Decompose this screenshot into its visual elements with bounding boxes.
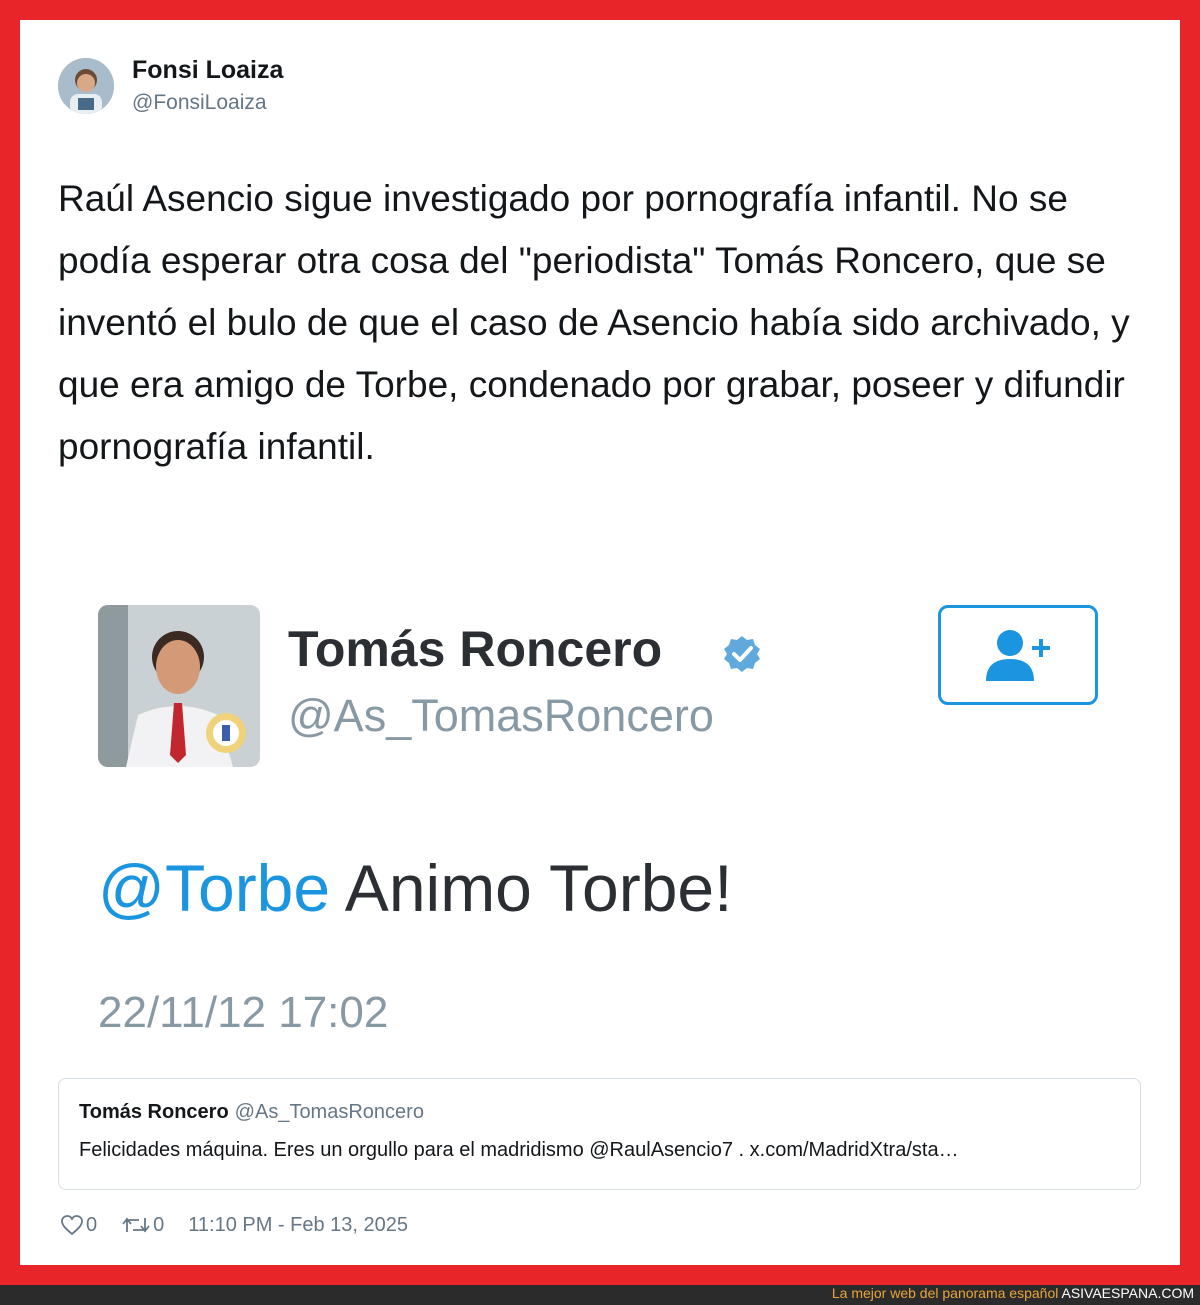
embedded-timestamp: 22/11/12 17:02 bbox=[98, 988, 389, 1037]
retweet-count: 0 bbox=[153, 1213, 165, 1236]
embedded-tweet-text: @Torbe Animo Torbe! bbox=[98, 850, 732, 926]
site-banner: La mejor web del panorama español ASIVAE… bbox=[0, 1285, 1200, 1305]
quoted-author: Tomás Roncero @As_TomasRoncero bbox=[79, 1101, 424, 1124]
tweet-actions: 0 0 11:10 PM - Feb 13, 2025 bbox=[60, 1208, 408, 1242]
quoted-tweet[interactable]: Tomás Roncero @As_TomasRoncero Felicidade… bbox=[58, 1078, 1141, 1190]
site-tagline: La mejor web del panorama español bbox=[831, 1285, 1059, 1301]
like-count: 0 bbox=[86, 1213, 98, 1236]
like-action[interactable]: 0 bbox=[60, 1214, 97, 1237]
quoted-author-handle: @As_TomasRoncero bbox=[234, 1101, 424, 1123]
retweet-action[interactable]: 0 bbox=[121, 1214, 164, 1237]
embedded-message: Animo Torbe! bbox=[330, 851, 733, 925]
red-frame: Fonsi Loaiza @FonsiLoaiza Raúl Asencio s… bbox=[0, 0, 1200, 1285]
embedded-name: Tomás Roncero bbox=[288, 621, 663, 677]
embedded-mention: @Torbe bbox=[98, 851, 331, 925]
verified-badge-icon bbox=[722, 634, 762, 674]
quoted-text: Felicidades máquina. Eres un orgullo par… bbox=[79, 1139, 959, 1161]
author-avatar[interactable] bbox=[58, 58, 114, 114]
add-user-icon bbox=[986, 630, 1050, 681]
author-name[interactable]: Fonsi Loaiza bbox=[132, 56, 283, 85]
heart-icon bbox=[61, 1215, 83, 1236]
embedded-handle: @As_TomasRoncero bbox=[288, 690, 714, 741]
tweet-timestamp[interactable]: 11:10 PM - Feb 13, 2025 bbox=[188, 1214, 408, 1237]
author-handle[interactable]: @FonsiLoaiza bbox=[132, 91, 267, 115]
follow-button bbox=[938, 605, 1098, 705]
embedded-screenshot[interactable]: Tomás Roncero @As_TomasRoncero @Torbe An… bbox=[58, 590, 1142, 1070]
embedded-avatar bbox=[98, 605, 260, 767]
tweet-text: Raúl Asencio sigue investigado por porno… bbox=[58, 178, 1130, 467]
tweet-card: Fonsi Loaiza @FonsiLoaiza Raúl Asencio s… bbox=[20, 20, 1180, 1265]
quoted-author-name: Tomás Roncero bbox=[79, 1101, 229, 1123]
retweet-icon bbox=[122, 1217, 150, 1233]
site-name[interactable]: ASIVAESPANA.COM bbox=[1061, 1285, 1194, 1301]
